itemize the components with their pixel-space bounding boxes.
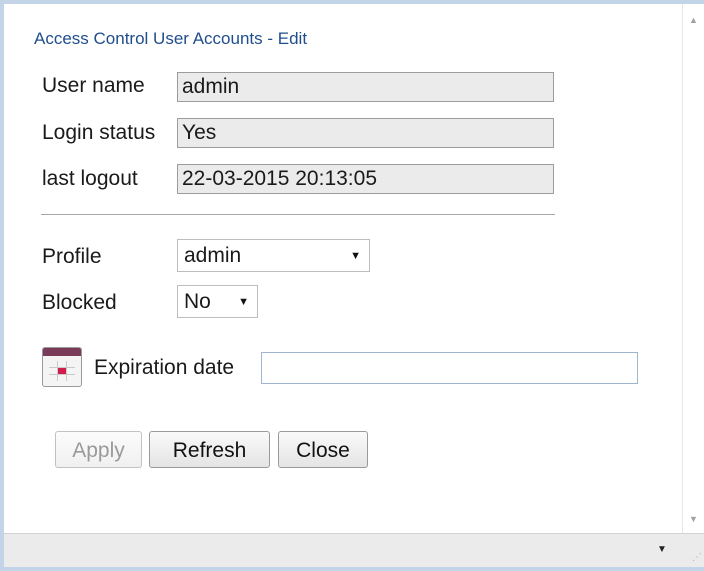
vertical-scrollbar[interactable]: ▲ ▼ [682,4,704,533]
section-divider [41,214,555,215]
resize-grip-icon[interactable]: ⋰ [688,551,702,565]
login-status-field[interactable]: Yes [177,118,554,148]
scroll-up-arrow-icon[interactable]: ▲ [683,10,704,30]
apply-button[interactable]: Apply [55,431,142,468]
expiration-date-label: Expiration date [94,356,235,379]
blocked-select-value: No [184,290,211,313]
expiration-date-input[interactable] [261,352,638,384]
calendar-icon[interactable] [42,347,82,387]
chevron-down-icon: ▼ [238,296,249,308]
last-logout-field[interactable]: 22-03-2015 20:13:05 [177,164,554,194]
profile-select-value: admin [184,244,242,267]
calendar-icon-marker [58,368,66,374]
last-logout-label: last logout [42,167,138,190]
bottom-bar: ▼ ⋰ [4,533,704,567]
dialog-title: Access Control User Accounts - Edit [34,29,308,48]
profile-label: Profile [42,245,102,268]
blocked-label: Blocked [42,291,117,314]
calendar-icon-header [43,348,81,356]
blocked-select[interactable]: No ▼ [177,285,258,318]
refresh-button[interactable]: Refresh [149,431,270,468]
username-label: User name [42,74,145,97]
close-button[interactable]: Close [278,431,368,468]
profile-select[interactable]: admin ▼ [177,239,370,272]
scroll-down-arrow-icon[interactable]: ▼ [683,509,704,529]
username-field[interactable]: admin [177,72,554,102]
login-status-label: Login status [42,121,156,144]
dropdown-arrow-icon[interactable]: ▼ [652,540,672,560]
chevron-down-icon: ▼ [350,250,361,262]
